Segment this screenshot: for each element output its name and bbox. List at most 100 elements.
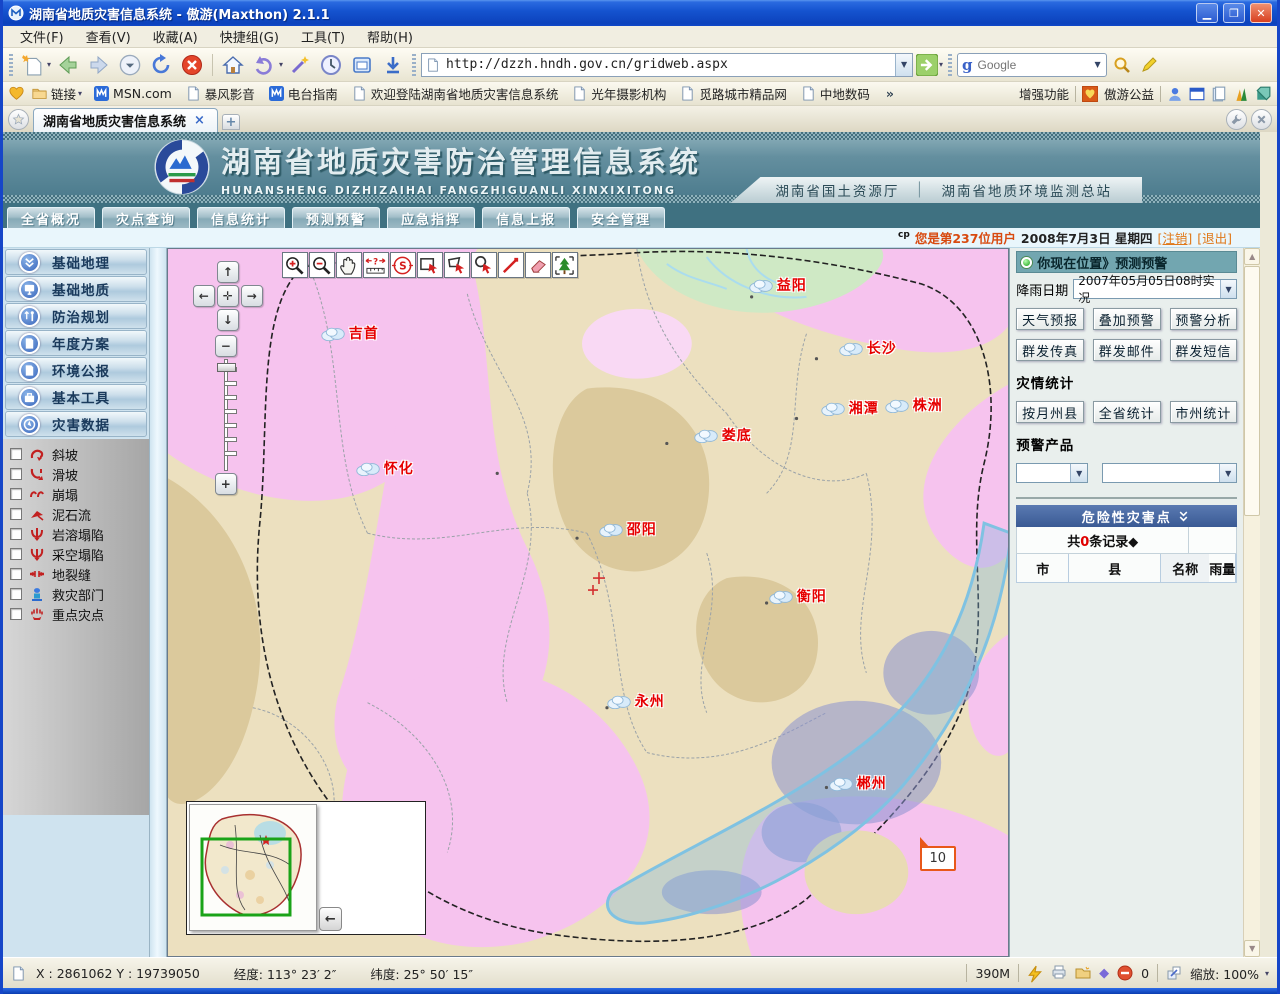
pan-right-button[interactable]: → [241, 285, 263, 307]
nav-tab[interactable]: 应急指挥 [387, 207, 475, 228]
tab-settings-button[interactable] [1226, 109, 1247, 130]
search-input[interactable] [976, 57, 1087, 73]
city-marker[interactable]: 衡阳 [768, 586, 827, 606]
map-tool-button[interactable] [498, 252, 524, 278]
city-marker[interactable]: 湘潭 [820, 398, 879, 418]
link-item[interactable]: 欢迎登陆湖南省地质灾害信息系统 [346, 83, 567, 104]
map-tool-button[interactable] [336, 252, 362, 278]
nav-tab[interactable]: 信息上报 [482, 207, 570, 228]
close-button[interactable]: ✕ [1250, 3, 1272, 23]
link-item[interactable]: MSN.com [88, 85, 180, 102]
layer-checkbox[interactable] [10, 468, 22, 480]
new-folder-icon[interactable] [1075, 965, 1091, 981]
sidebar-group-button[interactable]: 基础地质 [5, 276, 147, 302]
scroll-down-button[interactable]: ▼ [1244, 940, 1260, 957]
undo-button[interactable] [250, 51, 278, 79]
layer-checkbox[interactable] [10, 588, 22, 600]
stats-button[interactable]: 按月州县 [1016, 401, 1084, 423]
org-link[interactable]: 湖南省地质环境监测总站 [942, 180, 1113, 200]
favorites-heart-icon[interactable] [9, 86, 24, 101]
map-tool-button[interactable] [552, 252, 578, 278]
menu-item[interactable]: 快捷组(G) [209, 25, 290, 48]
go-button[interactable] [916, 54, 938, 76]
link-item[interactable]: 链接 ▾ [26, 83, 88, 104]
menu-item[interactable]: 帮助(H) [356, 25, 424, 48]
download-button[interactable] [379, 51, 407, 79]
city-marker[interactable]: 株洲 [884, 395, 943, 415]
org-link[interactable]: 湖南省国土资源厅 [775, 180, 899, 200]
tab-close-icon[interactable]: × [194, 113, 205, 128]
stats-button[interactable]: 全省统计 [1093, 401, 1161, 423]
map-viewport[interactable]: ?S ↑ ← ✛ → ↓ − [167, 248, 1009, 957]
close-tabs-button[interactable] [1251, 109, 1272, 130]
map-tool-button[interactable] [417, 252, 443, 278]
pens-plugin-icon[interactable] [1233, 86, 1249, 102]
new-page-button[interactable] [18, 51, 46, 79]
toolbar-grip[interactable] [9, 54, 13, 76]
cube-plugin-icon[interactable] [1255, 86, 1271, 102]
resize-icon[interactable] [1166, 965, 1182, 981]
search-box[interactable]: g ▼ [957, 53, 1107, 77]
menu-item[interactable]: 文件(F) [9, 25, 75, 48]
highlight-button[interactable] [1137, 53, 1161, 77]
product-select-large[interactable]: ▼ [1102, 463, 1237, 483]
back-button[interactable] [54, 51, 82, 79]
links-overflow-chevron[interactable]: » [880, 86, 900, 101]
sidebar-group-button[interactable]: 基本工具 [5, 384, 147, 410]
map-tool-button[interactable] [309, 252, 335, 278]
zoom-out-button[interactable]: − [215, 335, 237, 357]
city-marker[interactable]: 益阳 [748, 275, 807, 295]
address-bar[interactable]: ▼ [421, 53, 913, 77]
city-marker[interactable]: 郴州 [828, 773, 887, 793]
pan-up-button[interactable]: ↑ [217, 261, 239, 283]
page-scrollbar[interactable]: ▲ ▼ [1243, 248, 1260, 957]
layer-checkbox[interactable] [10, 568, 22, 580]
map-tool-button[interactable] [282, 252, 308, 278]
menu-item[interactable]: 收藏(A) [142, 25, 209, 48]
link-item[interactable]: 电台指南 [263, 83, 346, 104]
pan-center-button[interactable]: ✛ [217, 285, 239, 307]
nav-tab[interactable]: 预测预警 [292, 207, 380, 228]
layer-checkbox[interactable] [10, 488, 22, 500]
nav-tab[interactable]: 信息统计 [197, 207, 285, 228]
sidebar-group-button[interactable]: 基础地理 [5, 249, 147, 275]
map-tool-button[interactable]: ? [363, 252, 389, 278]
layer-checkbox[interactable] [10, 448, 22, 460]
layer-checkbox[interactable] [10, 508, 22, 520]
enhance-menu[interactable]: 增强功能 [1019, 84, 1069, 103]
stop-button[interactable] [178, 51, 206, 79]
home-button[interactable] [219, 51, 247, 79]
sidebar-group-button[interactable]: 灾害数据 [5, 411, 147, 437]
pan-down-button[interactable]: ↓ [217, 309, 239, 331]
map-tool-button[interactable] [444, 252, 470, 278]
history-dropdown-button[interactable] [116, 51, 144, 79]
exit-link[interactable]: [退出] [1197, 228, 1232, 247]
diamond-icon[interactable]: ◆ [1099, 966, 1109, 981]
menu-item[interactable]: 工具(T) [290, 25, 356, 48]
city-marker[interactable]: 邵阳 [598, 519, 657, 539]
action-button[interactable]: 群发短信 [1170, 339, 1238, 361]
window-plugin-icon[interactable] [1189, 86, 1205, 102]
splitter[interactable] [149, 248, 167, 957]
rain-flag-marker[interactable]: 10 [920, 846, 956, 871]
charity-link[interactable]: 傲游公益 [1104, 84, 1154, 103]
sidebar-group-button[interactable]: 年度方案 [5, 330, 147, 356]
map-tool-button[interactable] [525, 252, 551, 278]
stats-button[interactable]: 市州统计 [1170, 401, 1238, 423]
refresh-button[interactable] [147, 51, 175, 79]
address-input[interactable] [444, 56, 891, 73]
notes-plugin-icon[interactable] [1211, 86, 1227, 102]
address-dropdown-arrow[interactable]: ▼ [895, 54, 912, 76]
new-tab-button[interactable]: + [222, 114, 240, 130]
nav-tab[interactable]: 全省概况 [7, 207, 95, 228]
sidebar-group-button[interactable]: 防治规划 [5, 303, 147, 329]
search-engine-dropdown[interactable]: ▼ [1089, 54, 1106, 76]
danger-points-header[interactable]: 危险性灾害点 [1016, 505, 1237, 527]
forward-button[interactable] [85, 51, 113, 79]
logout-link[interactable]: [注销] [1157, 228, 1192, 247]
city-marker[interactable]: 娄底 [693, 425, 752, 445]
city-marker[interactable]: 怀化 [355, 458, 414, 478]
map-tool-button[interactable] [471, 252, 497, 278]
action-button[interactable]: 预警分析 [1170, 308, 1238, 330]
nav-tab[interactable]: 安全管理 [577, 207, 665, 228]
